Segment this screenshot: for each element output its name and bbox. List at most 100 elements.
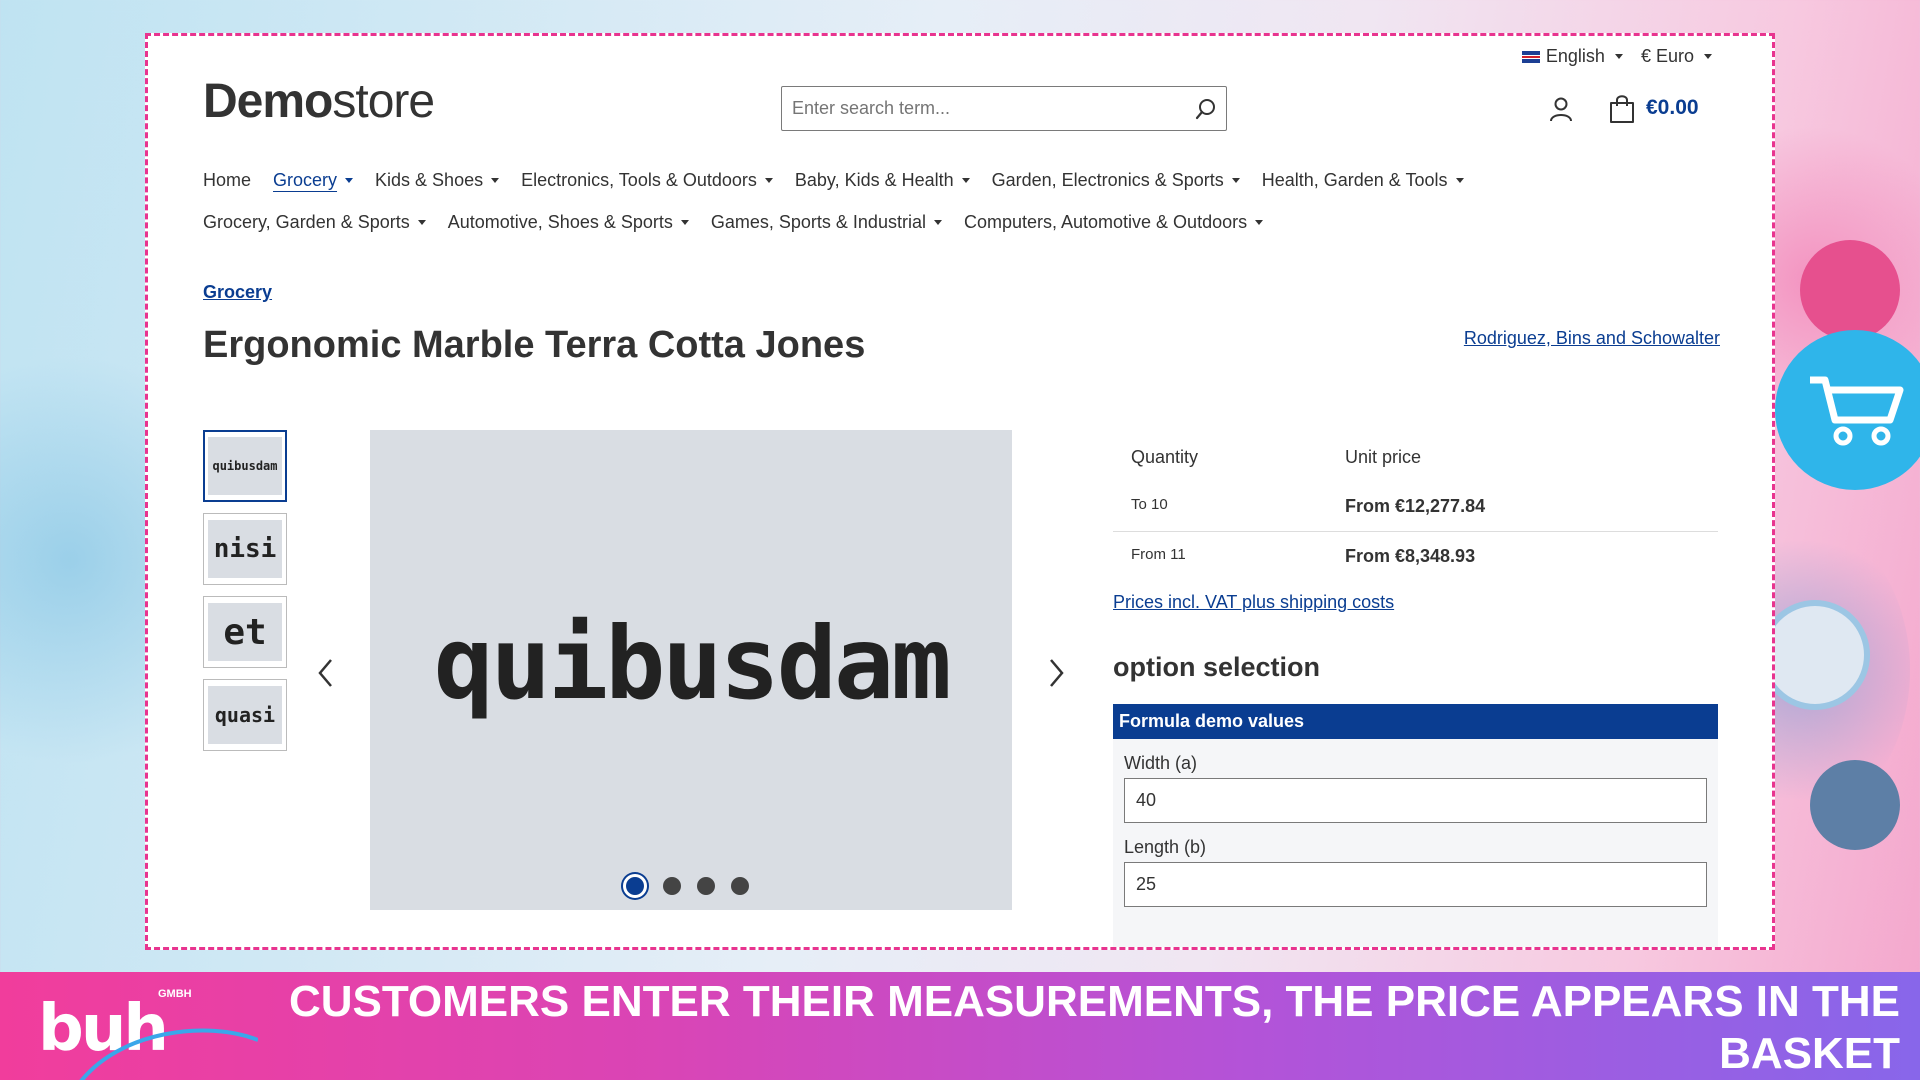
gallery-pagination: [623, 874, 749, 898]
table-row: From 11 From €8,348.93: [1113, 532, 1718, 581]
gallery-dot[interactable]: [697, 877, 715, 895]
chevron-right-icon[interactable]: [1046, 656, 1066, 695]
quantity-header: Quantity: [1131, 447, 1199, 467]
promo-banner: buh GMBH CUSTOMERS ENTER THEIR MEASUREME…: [0, 972, 1920, 1080]
formula-group-title: Formula demo values: [1113, 704, 1718, 739]
nav-item-electronics-tools-outdoors[interactable]: Electronics, Tools & Outdoors: [521, 170, 773, 191]
product-image-gallery[interactable]: quibusdam: [370, 430, 1012, 910]
nav-item-grocery-garden-sports[interactable]: Grocery, Garden & Sports: [203, 212, 426, 233]
chevron-down-icon: [1255, 220, 1264, 225]
price-table-header: Quantity Unit price: [1113, 430, 1718, 482]
cart-total[interactable]: €0.00: [1646, 96, 1699, 120]
vat-shipping-link[interactable]: Prices incl. VAT plus shipping costs: [1113, 592, 1394, 613]
length-label: Length (b): [1124, 837, 1207, 857]
logo-bold-text: Demo: [203, 75, 333, 128]
width-input[interactable]: 40: [1124, 778, 1707, 823]
option-selection-title: option selection: [1113, 652, 1321, 682]
swoosh-icon: [79, 1028, 258, 1080]
nav-item-label: Grocery, Garden & Sports: [203, 212, 410, 232]
thumbnail-image: nisi: [208, 520, 282, 578]
product-title: Ergonomic Marble Terra Cotta Jones: [203, 324, 866, 366]
length-input[interactable]: 25: [1124, 862, 1707, 907]
decorative-circle: [1810, 760, 1900, 850]
gallery-dot[interactable]: [731, 877, 749, 895]
language-selector[interactable]: English: [1521, 46, 1623, 67]
store-logo[interactable]: Demostore: [203, 74, 435, 129]
nav-item-kids-shoes[interactable]: Kids & Shoes: [375, 170, 500, 191]
price-cell: From €12,277.84: [1345, 496, 1486, 516]
nav-item-label: Health, Garden & Tools: [1261, 170, 1448, 190]
nav-item-home[interactable]: Home: [203, 170, 251, 191]
thumbnail[interactable]: et: [203, 596, 287, 668]
nav-item-label: Automotive, Shoes & Sports: [447, 212, 673, 232]
chevron-down-icon: [1614, 54, 1623, 59]
nav-row: Home Grocery Kids & Shoes Electronics, T…: [203, 170, 1732, 191]
price-cell: From €8,348.93: [1345, 546, 1476, 566]
nav-item-games-sports-industrial[interactable]: Games, Sports & Industrial: [711, 212, 942, 233]
search-box: [781, 86, 1227, 131]
chevron-down-icon: [417, 220, 426, 225]
price-table: Quantity Unit price To 10 From €12,277.8…: [1113, 430, 1718, 581]
cart-icon[interactable]: [1608, 94, 1636, 129]
nav-item-label: Electronics, Tools & Outdoors: [521, 170, 757, 190]
main-navigation: Home Grocery Kids & Shoes Electronics, T…: [203, 170, 1732, 254]
product-image: quibusdam: [433, 604, 952, 722]
breadcrumb[interactable]: Grocery: [203, 282, 272, 303]
banner-caption: CUSTOMERS ENTER THEIR MEASUREMENTS, THE …: [288, 977, 1900, 1078]
nav-item-automotive-shoes-sports[interactable]: Automotive, Shoes & Sports: [448, 212, 689, 233]
chevron-down-icon: [680, 220, 689, 225]
company-logo: buh GMBH: [18, 980, 258, 1080]
thumbnail-list: quibusdam nisi et quasi: [203, 430, 287, 762]
nav-row: Grocery, Garden & Sports Automotive, Sho…: [203, 212, 1732, 233]
thumbnail-image: quasi: [208, 686, 282, 744]
currency-selector[interactable]: € Euro: [1641, 46, 1712, 67]
account-icon[interactable]: [1548, 96, 1574, 127]
nav-item-health-garden-tools[interactable]: Health, Garden & Tools: [1262, 170, 1464, 191]
nav-item-garden-electronics-sports[interactable]: Garden, Electronics & Sports: [992, 170, 1240, 191]
language-label: English: [1545, 46, 1605, 66]
search-input[interactable]: [782, 98, 1186, 119]
chevron-down-icon: [764, 178, 773, 183]
width-label: Width (a): [1124, 753, 1198, 773]
quantity-cell: To 10: [1131, 496, 1168, 513]
chevron-down-icon: [1455, 178, 1464, 183]
chevron-down-icon: [1231, 178, 1240, 183]
chevron-down-icon: [961, 178, 970, 183]
chevron-down-icon: [933, 220, 942, 225]
nav-item-label: Home: [203, 170, 252, 190]
chevron-down-icon: [491, 178, 500, 183]
thumbnail[interactable]: quibusdam: [203, 430, 287, 502]
formula-options-panel: Formula demo values Width (a) 40 Length …: [1113, 704, 1718, 947]
gallery-dot[interactable]: [663, 877, 681, 895]
nav-item-label: Games, Sports & Industrial: [710, 212, 926, 232]
nav-item-label: Baby, Kids & Health: [794, 170, 954, 190]
thumbnail-image: et: [208, 603, 282, 661]
nav-item-baby-kids-health[interactable]: Baby, Kids & Health: [795, 170, 970, 191]
company-logo-suffix: GMBH: [158, 988, 192, 1000]
unit-price-header: Unit price: [1345, 447, 1422, 467]
manufacturer-link[interactable]: Rodriguez, Bins and Schowalter: [1464, 328, 1720, 349]
quantity-cell: From 11: [1131, 546, 1186, 563]
nav-item-label: Computers, Automotive & Outdoors: [963, 212, 1248, 232]
decorative-circle: [1760, 600, 1870, 710]
table-row: To 10 From €12,277.84: [1113, 482, 1718, 532]
gallery-dot[interactable]: [623, 874, 647, 898]
nav-item-label: Garden, Electronics & Sports: [991, 170, 1224, 190]
chevron-left-icon[interactable]: [316, 656, 336, 695]
thumbnail-image: quibusdam: [208, 437, 282, 495]
thumbnail[interactable]: quasi: [203, 679, 287, 751]
uk-flag-icon: [1521, 50, 1540, 63]
currency-label: € Euro: [1640, 46, 1694, 66]
chevron-down-icon: [345, 178, 354, 183]
logo-light-text: store: [332, 75, 435, 128]
search-icon[interactable]: [1186, 98, 1226, 120]
decorative-cart-icon: [1775, 330, 1920, 490]
chevron-down-icon: [1704, 54, 1712, 59]
nav-item-grocery[interactable]: Grocery: [273, 170, 354, 191]
nav-item-label: Grocery: [273, 170, 338, 190]
storefront-screenshot: English € Euro Demostore €0.00 Home Groc…: [145, 33, 1775, 950]
nav-item-label: Kids & Shoes: [375, 170, 484, 190]
thumbnail[interactable]: nisi: [203, 513, 287, 585]
nav-item-computers-automotive-outdoors[interactable]: Computers, Automotive & Outdoors: [963, 212, 1264, 233]
decorative-circle: [1800, 240, 1900, 340]
